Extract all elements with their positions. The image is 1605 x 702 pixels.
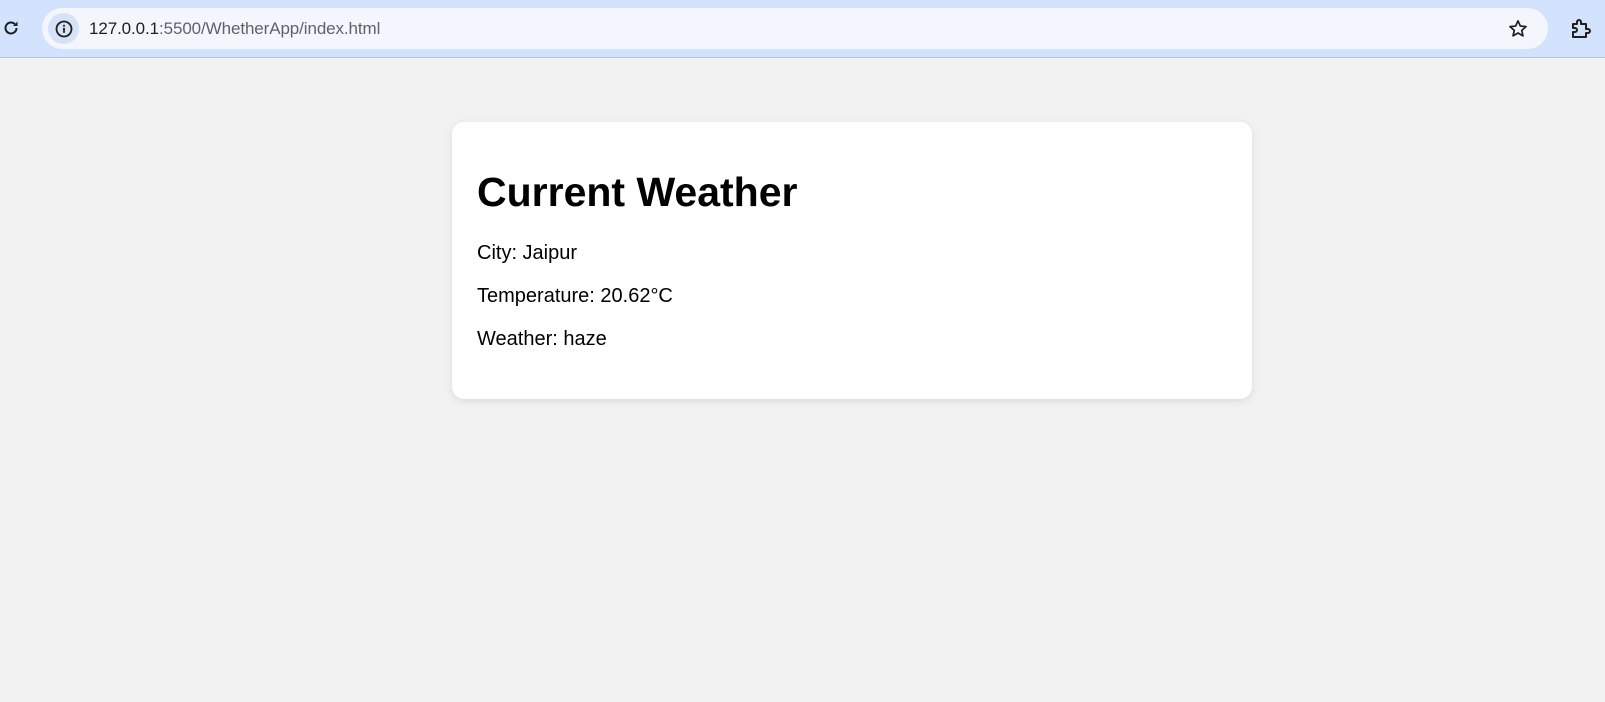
temperature-text: Temperature: 20.62°C — [477, 285, 673, 307]
puzzle-icon[interactable] — [1568, 15, 1594, 41]
city-text: City: Jaipur — [477, 242, 578, 264]
reload-icon[interactable] — [0, 17, 22, 39]
weather-card: Current Weather City: Jaipur Temperature… — [452, 122, 1252, 399]
url-host: 127.0.0.1 — [89, 19, 159, 38]
page-title: Current Weather — [477, 169, 798, 215]
weather-condition-text: Weather: haze — [477, 328, 607, 350]
url-path: :5500/WhetherApp/index.html — [159, 19, 381, 38]
browser-toolbar: 127.0.0.1:5500/WhetherApp/index.html — [0, 0, 1605, 58]
info-icon[interactable] — [48, 13, 79, 44]
url-text[interactable]: 127.0.0.1:5500/WhetherApp/index.html — [89, 8, 380, 49]
address-bar[interactable]: 127.0.0.1:5500/WhetherApp/index.html — [42, 8, 1548, 49]
star-icon[interactable] — [1506, 17, 1530, 41]
